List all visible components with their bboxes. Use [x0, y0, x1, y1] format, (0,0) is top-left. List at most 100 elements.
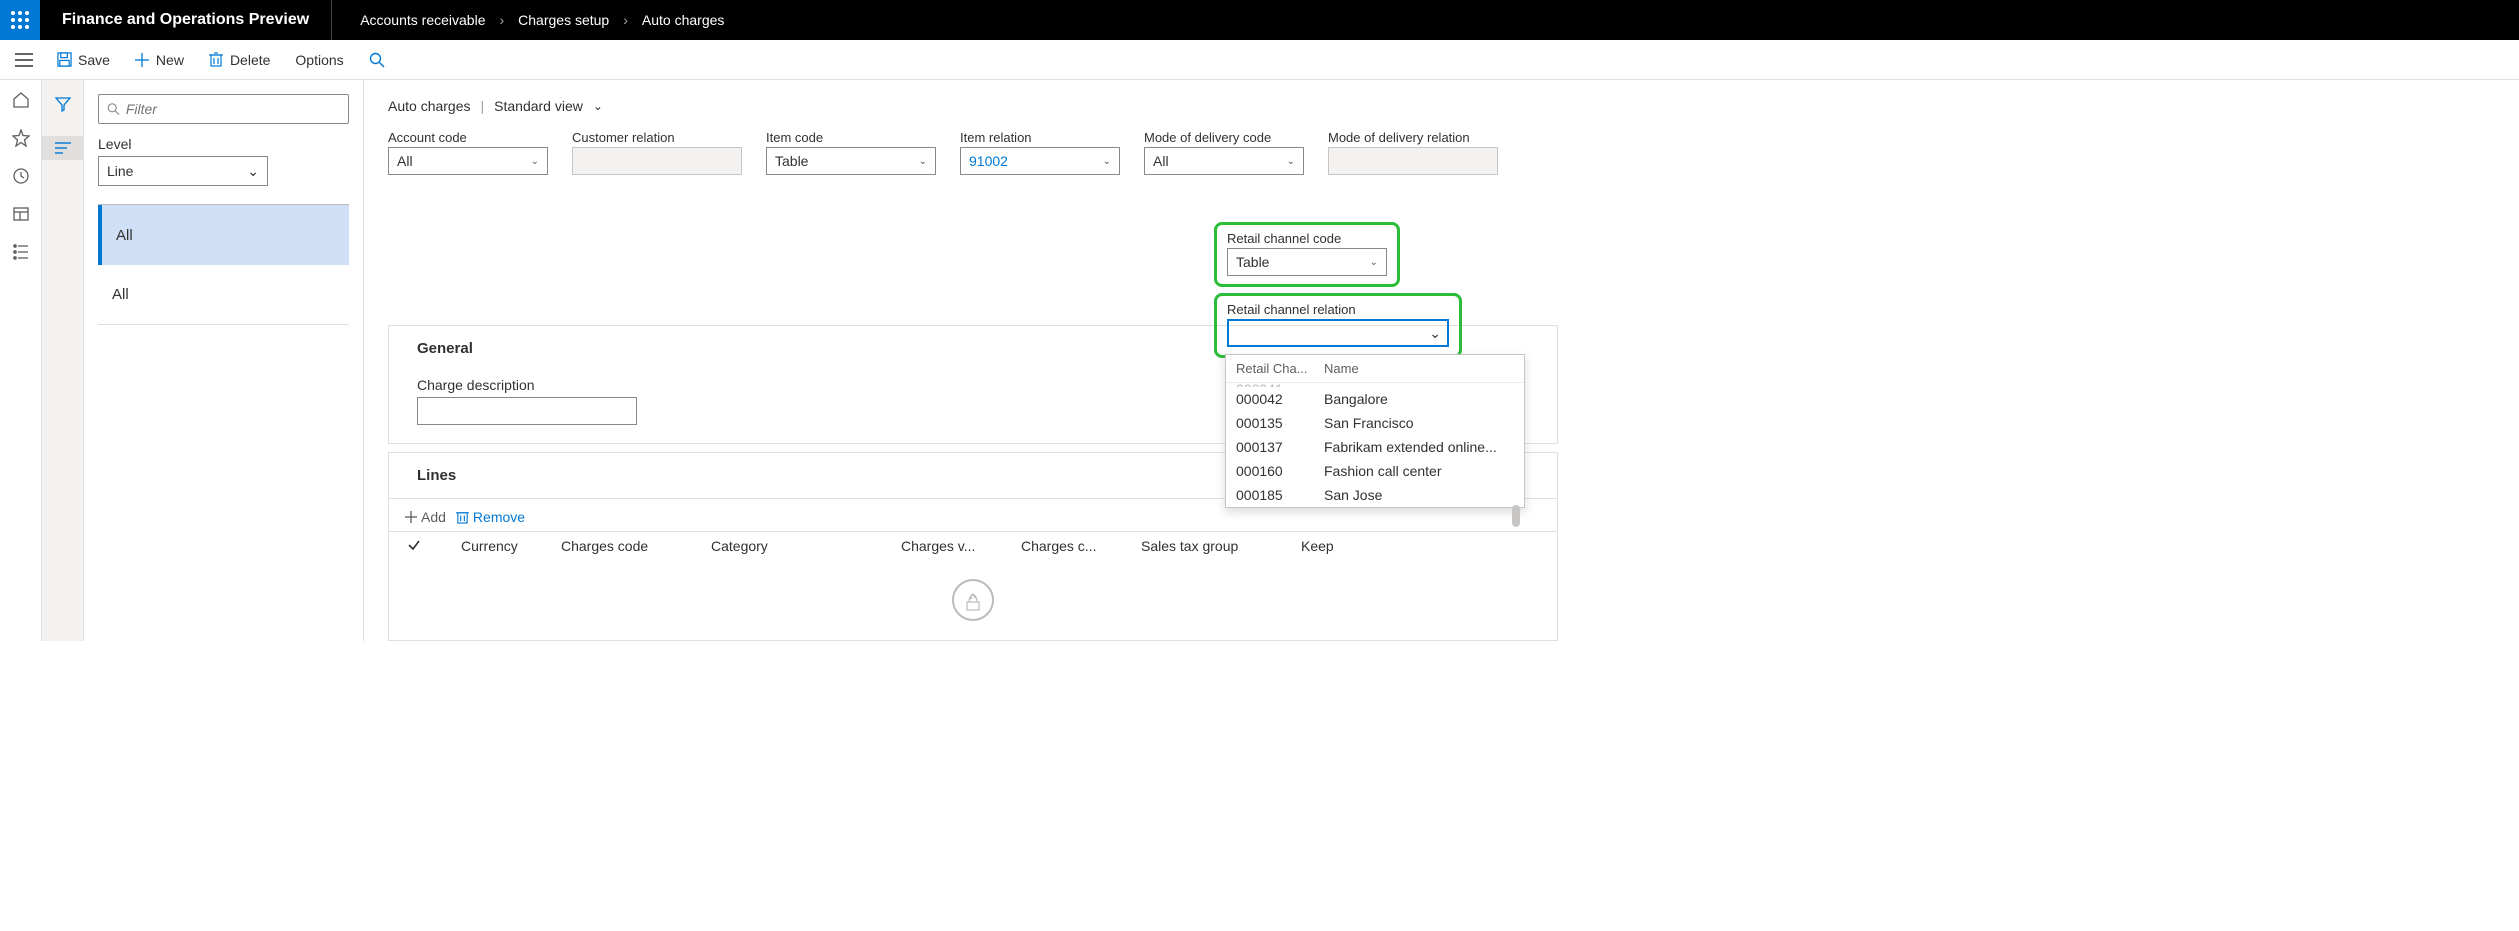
retail-channel-relation-select[interactable]: ⌄ — [1227, 319, 1449, 347]
trash-icon — [456, 510, 469, 524]
field-customer-relation: Customer relation — [572, 130, 742, 175]
home-icon[interactable] — [11, 90, 31, 110]
field-label: Item relation — [960, 130, 1120, 145]
dropdown-row[interactable]: 000160 Fashion call center — [1226, 459, 1524, 483]
filter-input-container[interactable] — [98, 94, 349, 124]
app-title: Finance and Operations Preview — [40, 0, 332, 40]
charge-description-input[interactable] — [417, 397, 637, 425]
titlebar: Finance and Operations Preview Accounts … — [0, 0, 2519, 40]
add-line-button[interactable]: Add — [405, 509, 446, 525]
remove-line-button[interactable]: Remove — [456, 509, 525, 525]
level-value: Line — [107, 163, 133, 179]
col-header[interactable]: Charges c... — [1021, 538, 1111, 554]
breadcrumb-item[interactable]: Charges setup — [518, 12, 609, 28]
lines-table-header: Currency Charges code Category Charges v… — [389, 531, 1557, 560]
dropdown-row[interactable]: 000135 San Francisco — [1226, 411, 1524, 435]
item-relation-select[interactable]: 91002 ⌄ — [960, 147, 1120, 175]
field-retail-channel-code: Retail channel code Table ⌄ — [1227, 231, 1387, 276]
save-button[interactable]: Save — [46, 48, 120, 72]
view-title-bar: Auto charges | Standard view ⌄ — [388, 98, 2519, 114]
content-area: Auto charges | Standard view ⌄ Account c… — [364, 80, 2519, 641]
dropdown-row[interactable]: 000042 Bangalore — [1226, 387, 1524, 411]
action-bar: Save New Delete Options — [0, 40, 2519, 80]
chevron-down-icon: ⌄ — [1103, 156, 1111, 167]
field-label: Customer relation — [572, 130, 742, 145]
list-item-label: All — [112, 286, 129, 303]
breadcrumb-item[interactable]: Accounts receivable — [360, 12, 485, 28]
search-button[interactable] — [359, 48, 395, 72]
options-label: Options — [295, 52, 343, 68]
main-layout: Level Line ⌄ All All Auto charges | Stan… — [0, 80, 2519, 641]
mode-code-select[interactable]: All ⌄ — [1144, 147, 1304, 175]
col-header[interactable]: Currency — [461, 538, 531, 554]
field-retail-channel-relation: Retail channel relation ⌄ — [1227, 302, 1449, 347]
new-button[interactable]: New — [124, 48, 194, 72]
check-column[interactable] — [407, 538, 431, 554]
highlight-retail-code: Retail channel code Table ⌄ — [1214, 222, 1400, 287]
app-launcher[interactable] — [0, 0, 40, 40]
plus-icon — [405, 511, 417, 523]
field-item-code: Item code Table ⌄ — [766, 130, 936, 175]
chevron-right-icon: › — [499, 12, 504, 28]
delete-button[interactable]: Delete — [198, 48, 280, 72]
chevron-down-icon: ⌄ — [1287, 156, 1295, 167]
save-label: Save — [78, 52, 110, 68]
remove-label: Remove — [473, 509, 525, 525]
col-header[interactable]: Category — [711, 538, 871, 554]
dropdown-row[interactable]: 000041 Mumbai — [1226, 377, 1524, 387]
field-label: Retail channel relation — [1227, 302, 1449, 317]
dropdown-col-1: Retail Cha... — [1236, 361, 1324, 376]
trash-icon — [208, 52, 224, 68]
col-header[interactable]: Charges v... — [901, 538, 991, 554]
item-code-select[interactable]: Table ⌄ — [766, 147, 936, 175]
list-item[interactable]: All — [98, 265, 349, 325]
filters-row-1: Account code All ⌄ Customer relation Ite… — [388, 130, 2519, 175]
empty-icon — [952, 579, 994, 621]
view-rail — [42, 80, 84, 641]
dropdown-row[interactable]: 000185 San Jose — [1226, 483, 1524, 507]
chevron-down-icon: ⌄ — [247, 163, 259, 180]
field-label: Account code — [388, 130, 548, 145]
level-select[interactable]: Line ⌄ — [98, 156, 268, 186]
field-label: Item code — [766, 130, 936, 145]
field-value[interactable]: 91002 — [969, 153, 1008, 169]
col-header[interactable]: Keep — [1301, 538, 1351, 554]
page-title: Auto charges — [388, 98, 471, 114]
chevron-down-icon: ⌄ — [1429, 325, 1441, 342]
workspace-icon[interactable] — [11, 204, 31, 224]
plus-icon — [134, 52, 150, 68]
new-label: New — [156, 52, 184, 68]
funnel-icon[interactable] — [42, 90, 83, 118]
mode-relation-input — [1328, 147, 1498, 175]
field-item-relation: Item relation 91002 ⌄ — [960, 130, 1120, 175]
delete-label: Delete — [230, 52, 270, 68]
chevron-down-icon: ⌄ — [919, 156, 927, 167]
view-name[interactable]: Standard view — [494, 98, 583, 114]
retail-channel-dropdown[interactable]: Retail Cha... Name 000041 Mumbai 000042 … — [1225, 354, 1525, 508]
add-label: Add — [421, 509, 446, 525]
field-mode-code: Mode of delivery code All ⌄ — [1144, 130, 1304, 175]
col-header[interactable]: Charges code — [561, 538, 681, 554]
scrollbar-thumb[interactable] — [1512, 505, 1520, 527]
search-icon — [107, 102, 120, 116]
list-view-icon[interactable] — [42, 136, 83, 160]
nav-toggle[interactable] — [6, 53, 42, 67]
col-header[interactable]: Sales tax group — [1141, 538, 1271, 554]
retail-channel-code-select[interactable]: Table ⌄ — [1227, 248, 1387, 276]
field-value: All — [1153, 153, 1169, 169]
dropdown-row[interactable]: 000137 Fabrikam extended online... — [1226, 435, 1524, 459]
options-button[interactable]: Options — [284, 47, 354, 73]
star-icon[interactable] — [11, 128, 31, 148]
breadcrumb-item[interactable]: Auto charges — [642, 12, 725, 28]
dropdown-col-2: Name — [1324, 361, 1359, 376]
filter-input[interactable] — [126, 101, 340, 117]
recent-icon[interactable] — [11, 166, 31, 186]
search-icon — [369, 52, 385, 68]
filter-list: All All — [98, 204, 349, 325]
waffle-icon — [11, 11, 29, 29]
account-code-select[interactable]: All ⌄ — [388, 147, 548, 175]
filters-row-2: Retail channel code Table ⌄ Retail chann… — [1214, 222, 1490, 358]
chevron-down-icon[interactable]: ⌄ — [593, 99, 603, 113]
list-item[interactable]: All — [98, 205, 349, 265]
modules-icon[interactable] — [11, 242, 31, 262]
